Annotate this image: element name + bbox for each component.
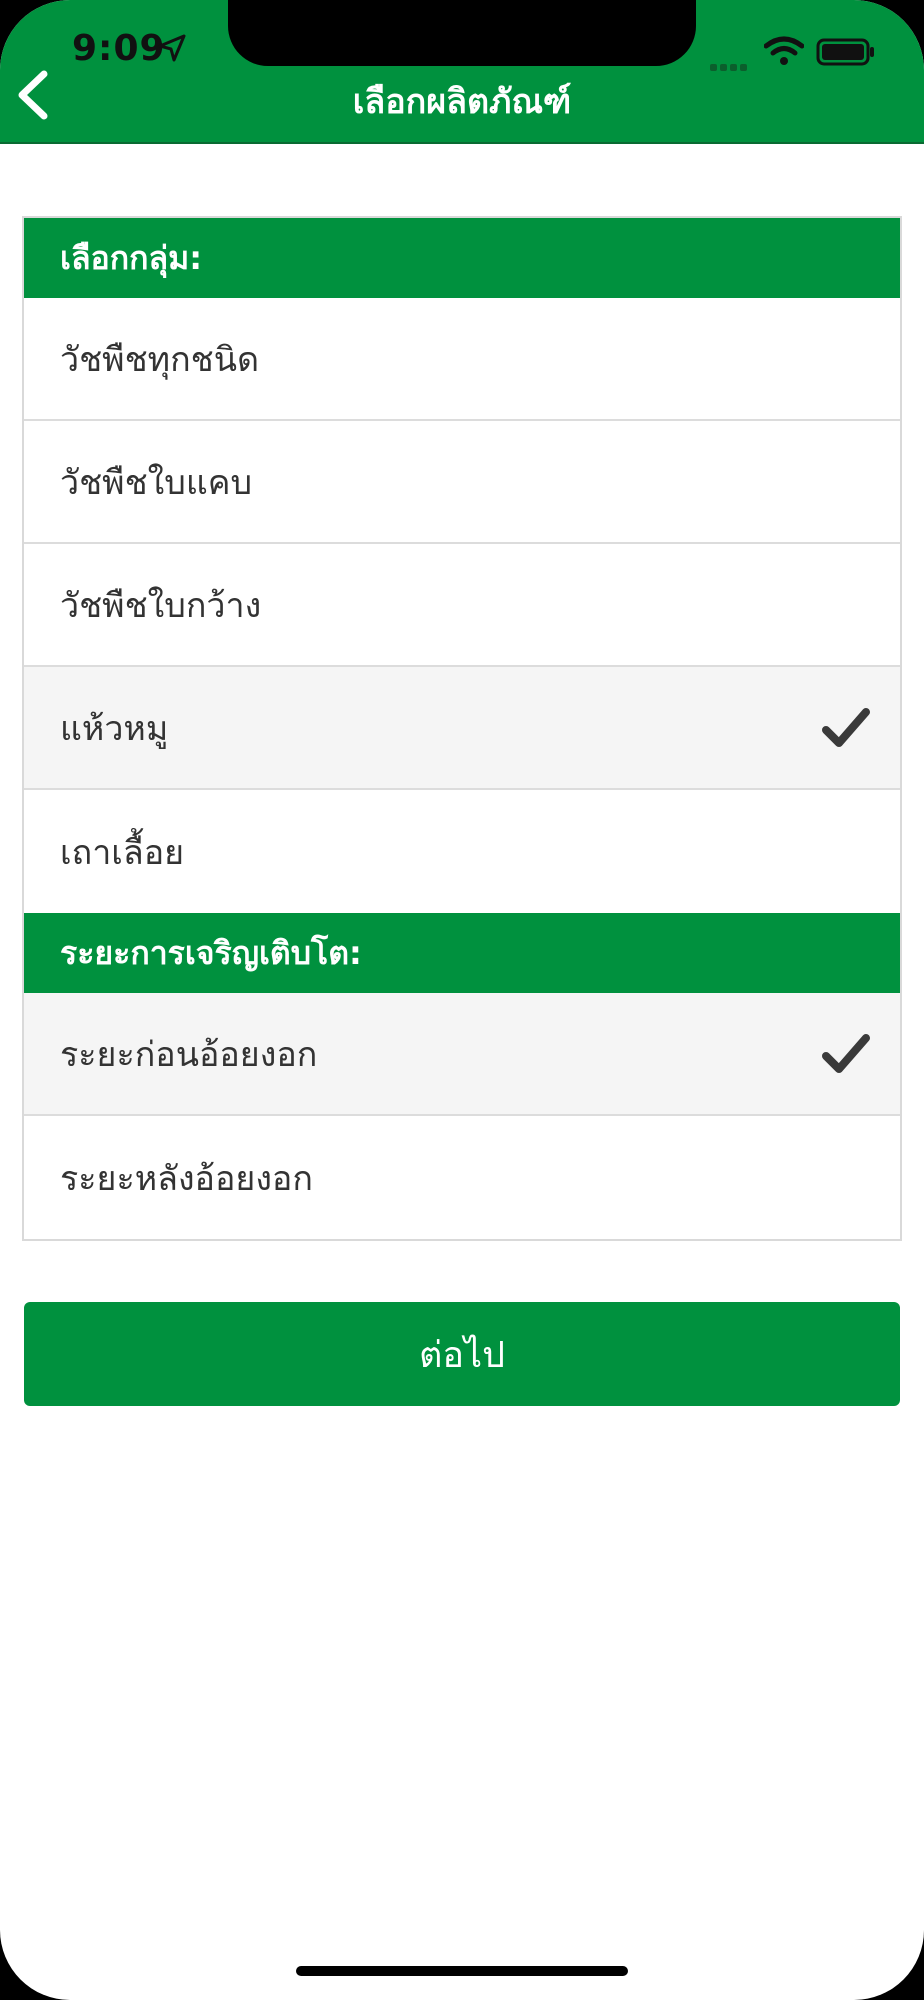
checkmark-icon — [822, 1032, 870, 1076]
group-section-header: เลือกกลุ่ม: — [24, 218, 900, 298]
option-nutsedge[interactable]: แห้วหมู — [24, 667, 900, 790]
app-screen: 9:09 เลือกผลิตภัณฑ์ เลือกกลุ่ม: วัชพืชทุ… — [0, 0, 924, 2000]
option-narrow-leaf-weeds[interactable]: วัชพืชใบแคบ — [24, 421, 900, 544]
checkmark-icon — [822, 706, 870, 750]
option-label: วัชพืชใบแคบ — [60, 462, 253, 503]
option-label: แห้วหมู — [60, 708, 169, 749]
option-label: ระยะก่อนอ้อยงอก — [60, 1034, 318, 1075]
page-title: เลือกผลิตภัณฑ์ — [352, 82, 572, 122]
option-label: เถาเลื้อย — [60, 832, 185, 873]
option-all-weeds[interactable]: วัชพืชทุกชนิด — [24, 298, 900, 421]
cellular-signal-icon — [710, 56, 750, 75]
wifi-icon — [763, 36, 805, 66]
option-post-emergence[interactable]: ระยะหลังอ้อยงอก — [24, 1116, 900, 1239]
status-time: 9:09 — [72, 28, 166, 69]
option-label: วัชพืชทุกชนิด — [60, 339, 260, 380]
option-label: วัชพืชใบกว้าง — [60, 585, 262, 626]
option-broad-leaf-weeds[interactable]: วัชพืชใบกว้าง — [24, 544, 900, 667]
selection-card: เลือกกลุ่ม: วัชพืชทุกชนิด วัชพืชใบแคบ วั… — [22, 216, 902, 1241]
battery-icon — [816, 38, 876, 66]
navigation-header: 9:09 เลือกผลิตภัณฑ์ — [0, 0, 924, 144]
device-notch — [228, 0, 696, 66]
option-pre-emergence[interactable]: ระยะก่อนอ้อยงอก — [24, 993, 900, 1116]
home-indicator[interactable] — [296, 1966, 628, 1976]
location-arrow-icon — [158, 34, 186, 62]
option-label: ระยะหลังอ้อยงอก — [60, 1158, 313, 1199]
next-button[interactable]: ต่อไป — [24, 1302, 900, 1406]
growth-stage-section-header: ระยะการเจริญเติบโต: — [24, 913, 900, 993]
option-vines[interactable]: เถาเลื้อย — [24, 790, 900, 913]
